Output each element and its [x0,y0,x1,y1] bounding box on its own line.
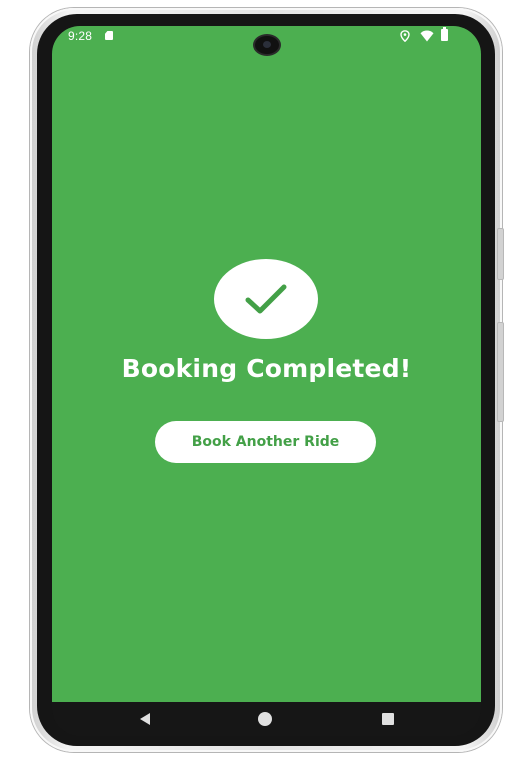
power-button [497,228,504,280]
app-screen: 9:28 Booking Completed! Book Another Rid… [52,26,481,702]
page-title: Booking Completed! [121,354,412,383]
system-nav-bar [52,702,481,736]
status-time: 9:28 [68,29,93,43]
success-badge [214,259,318,339]
location-icon [400,30,410,42]
wifi-icon [420,30,434,42]
book-another-ride-button[interactable]: Book Another Ride [155,421,376,463]
check-icon [245,284,287,314]
device-mockup: 9:28 Booking Completed! Book Another Rid… [0,0,524,757]
home-icon[interactable] [258,712,272,726]
volume-button [497,322,504,422]
sim-card-icon [105,31,113,40]
front-camera [255,36,279,54]
recents-icon[interactable] [382,713,394,725]
back-icon[interactable] [140,713,150,725]
battery-icon [441,27,448,41]
